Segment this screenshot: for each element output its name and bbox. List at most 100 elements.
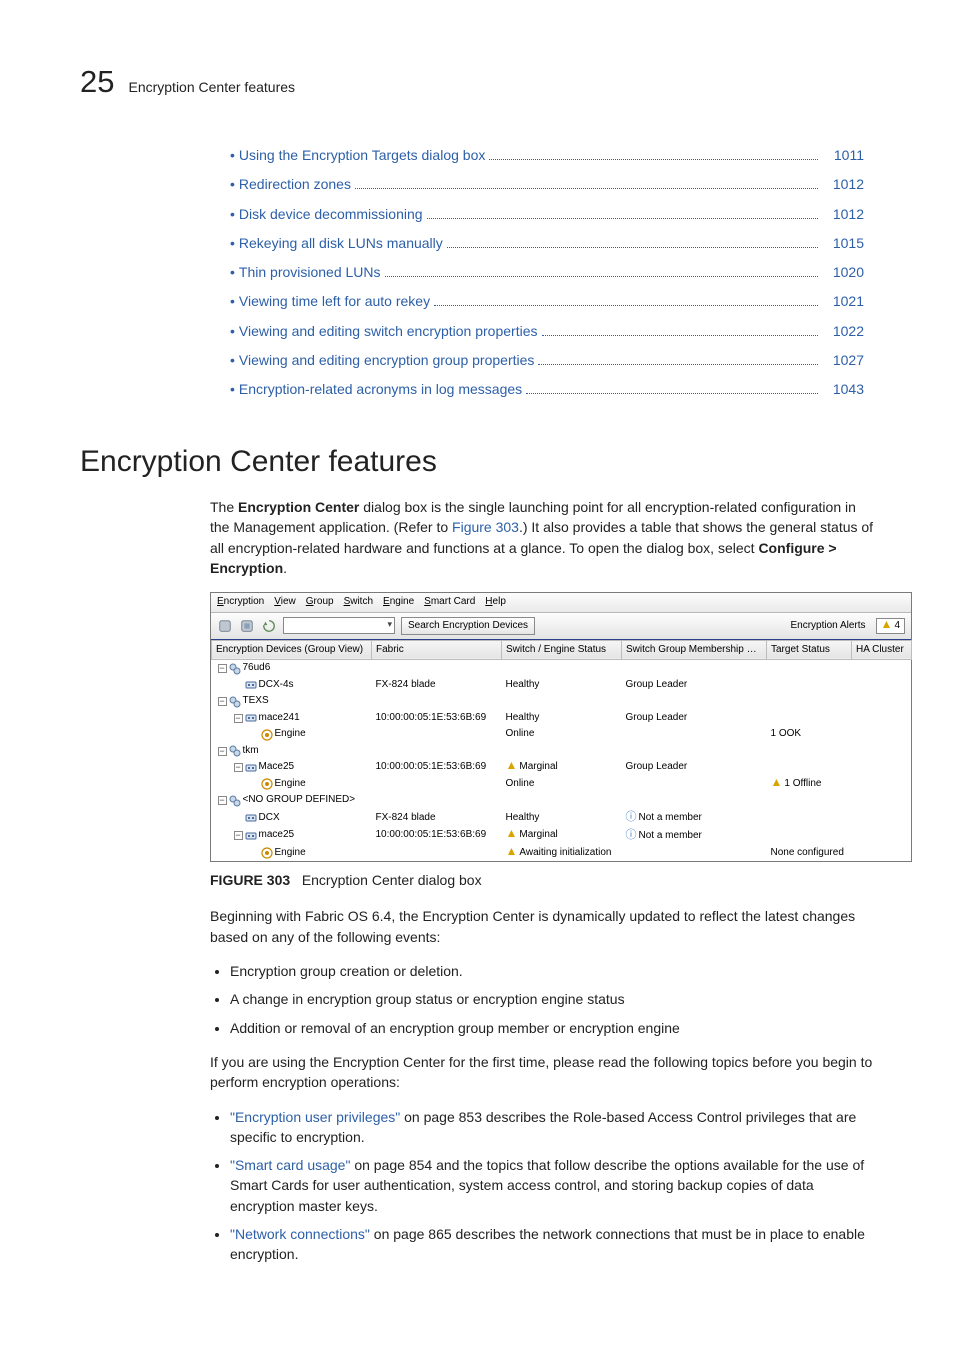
engine-icon [261, 847, 273, 859]
toolbar-icon-2[interactable] [239, 618, 255, 634]
table-row[interactable]: −mace2510:00:00:05:1E:53:6B:69▲Marginalⓘ… [212, 827, 912, 845]
toc-page[interactable]: 1012 [822, 174, 864, 194]
list-item: "Smart card usage" on page 854 and the t… [230, 1155, 874, 1216]
page-header: 25 Encryption Center features [80, 60, 874, 105]
table-row[interactable]: Engine▲Awaiting initializationNone confi… [212, 845, 912, 862]
info-icon: ⓘ [626, 829, 637, 841]
cross-reference-link[interactable]: "Encryption user privileges" [230, 1109, 400, 1125]
toc-entry: •Viewing and editing encryption group pr… [230, 350, 864, 370]
column-header[interactable]: Encryption Devices (Group View) [212, 640, 372, 660]
tree-toggle[interactable]: − [234, 831, 243, 840]
toc-link[interactable]: Rekeying all disk LUNs manually [239, 233, 443, 253]
ha-cluster-cell [852, 845, 912, 862]
toc-link[interactable]: Redirection zones [239, 174, 351, 194]
engine-icon [261, 729, 273, 741]
toc-link[interactable]: Using the Encryption Targets dialog box [239, 145, 485, 165]
info-icon: ⓘ [626, 811, 637, 823]
menu-item[interactable]: Group [306, 596, 334, 607]
table-row[interactable]: EngineOnline1 OOK [212, 726, 912, 743]
chapter-number: 25 [80, 60, 114, 105]
membership-cell: Group Leader [622, 677, 767, 694]
encryption-center-window: Encryption View Group Switch Engine Smart Car… [210, 592, 912, 862]
column-header[interactable]: Switch Group Membership Stat… [622, 640, 767, 660]
status-cell: Healthy [502, 677, 622, 694]
tree-toggle[interactable]: − [218, 747, 227, 756]
table-row[interactable]: DCXFX-824 bladeHealthyⓘNot a member [212, 809, 912, 827]
fabric-cell [372, 743, 502, 760]
column-header[interactable]: Target Status [767, 640, 852, 660]
status-cell: ▲Awaiting initialization [502, 845, 622, 862]
devices-table: Encryption Devices (Group View)FabricSwi… [211, 640, 912, 861]
toc-page[interactable]: 1012 [822, 204, 864, 224]
menu-item[interactable]: View [274, 596, 296, 607]
list-item: A change in encryption group status or e… [230, 989, 874, 1009]
menu-bar: Encryption View Group Switch Engine Smart Car… [211, 593, 911, 613]
toc-page[interactable]: 1027 [822, 350, 864, 370]
ha-cluster-cell [852, 743, 912, 760]
toc-link[interactable]: Viewing time left for auto rekey [239, 291, 430, 311]
toc-entry: •Viewing and editing switch encryption p… [230, 321, 864, 341]
fabric-cell [372, 776, 502, 793]
tree-toggle[interactable]: − [234, 763, 243, 772]
figure-reference-link[interactable]: Figure 303 [452, 519, 519, 535]
cross-reference-link[interactable]: "Network connections" [230, 1226, 370, 1242]
toc-leader [434, 305, 818, 306]
tree-toggle[interactable]: − [218, 796, 227, 805]
intro-paragraph: The Encryption Center dialog box is the … [210, 497, 874, 578]
toc-link[interactable]: Disk device decommissioning [239, 204, 423, 224]
table-row[interactable]: −Mace2510:00:00:05:1E:53:6B:69▲MarginalG… [212, 759, 912, 776]
target-cell: ▲1 Offline [767, 776, 852, 793]
tree-toggle[interactable]: − [234, 714, 243, 723]
toc-page[interactable]: 1015 [822, 233, 864, 253]
toc-link[interactable]: Viewing and editing switch encryption pr… [239, 321, 538, 341]
column-header[interactable]: Fabric [372, 640, 502, 660]
toc-page[interactable]: 1021 [822, 291, 864, 311]
menu-item[interactable]: Switch [344, 596, 373, 607]
menu-item[interactable]: Smart Card [424, 596, 475, 607]
target-cell [767, 743, 852, 760]
toc-leader [427, 218, 818, 219]
filter-dropdown[interactable] [283, 617, 395, 634]
status-cell: Healthy [502, 710, 622, 727]
tree-toggle[interactable]: − [218, 697, 227, 706]
column-header[interactable]: HA Cluster [852, 640, 912, 660]
toc-link[interactable]: Thin provisioned LUNs [239, 262, 381, 282]
menu-item[interactable]: Help [485, 596, 506, 607]
cross-reference-link[interactable]: "Smart card usage" [230, 1157, 350, 1173]
toc-link[interactable]: Viewing and editing encryption group pro… [239, 350, 535, 370]
table-row[interactable]: EngineOnline▲1 Offline [212, 776, 912, 793]
status-cell [502, 660, 622, 677]
toc-bullet: • [230, 321, 235, 341]
table-row[interactable]: − tkm [212, 743, 912, 760]
group-icon [229, 663, 241, 675]
tree-toggle[interactable]: − [218, 664, 227, 673]
device-name: DCX [259, 811, 280, 826]
encryption-alerts-badge[interactable]: ▲4 [876, 618, 905, 635]
membership-cell [622, 792, 767, 809]
device-name: tkm [243, 744, 259, 759]
fabric-cell [372, 660, 502, 677]
table-row[interactable]: −mace24110:00:00:05:1E:53:6B:69HealthyGr… [212, 710, 912, 727]
fabric-cell: FX-824 blade [372, 809, 502, 827]
table-row[interactable]: −<NO GROUP DEFINED> [212, 792, 912, 809]
refresh-icon[interactable] [261, 618, 277, 634]
menu-item[interactable]: Encryption [217, 596, 264, 607]
target-cell [767, 660, 852, 677]
toc-page[interactable]: 1022 [822, 321, 864, 341]
toc-page[interactable]: 1011 [822, 145, 864, 165]
search-button[interactable]: Search Encryption Devices [401, 617, 535, 636]
table-row[interactable]: DCX-4sFX-824 bladeHealthyGroup Leader [212, 677, 912, 694]
toc-page[interactable]: 1043 [822, 379, 864, 399]
table-row[interactable]: −TEXS [212, 693, 912, 710]
ha-cluster-cell [852, 726, 912, 743]
alerts-count: 4 [894, 620, 900, 631]
target-cell [767, 827, 852, 845]
column-header[interactable]: Switch / Engine Status [502, 640, 622, 660]
list-item: "Network connections" on page 865 descri… [230, 1224, 874, 1265]
menu-item[interactable]: Engine [383, 596, 414, 607]
toolbar-icon-1[interactable] [217, 618, 233, 634]
status-cell [502, 743, 622, 760]
toc-link[interactable]: Encryption-related acronyms in log messa… [239, 379, 522, 399]
toc-page[interactable]: 1020 [822, 262, 864, 282]
table-row[interactable]: −76ud6 [212, 660, 912, 677]
